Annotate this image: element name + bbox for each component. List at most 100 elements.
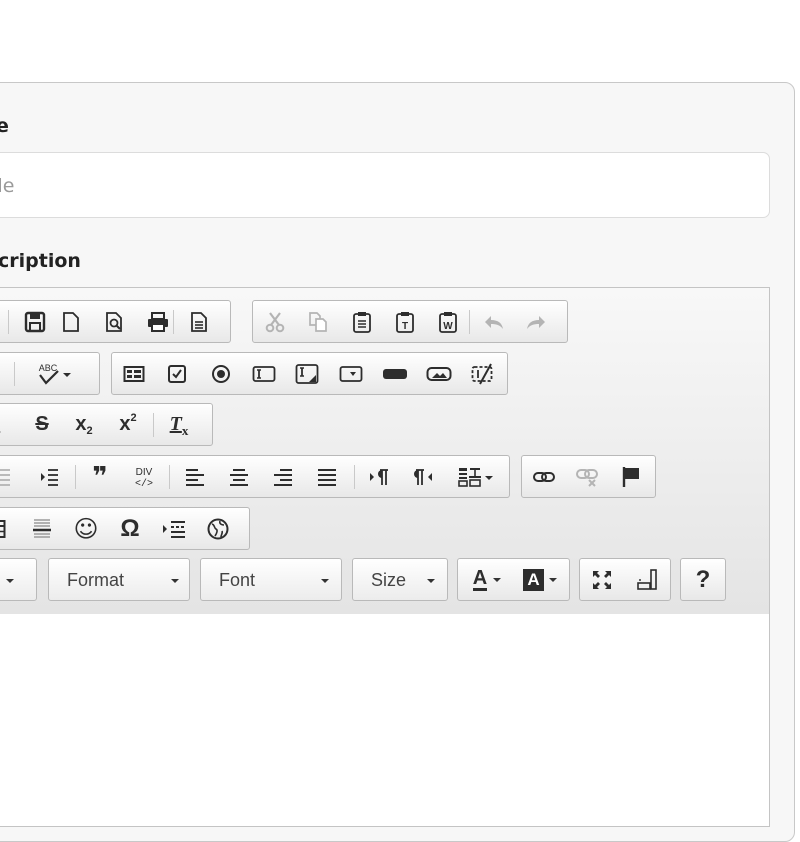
show-blocks-icon[interactable]: [628, 559, 666, 600]
superscript-x: x: [119, 413, 131, 435]
create-div-icon[interactable]: DIV </>: [125, 456, 163, 497]
redo-icon[interactable]: [517, 301, 555, 342]
select-all-icon[interactable]: [0, 353, 10, 394]
special-char-icon[interactable]: Ω: [111, 508, 149, 549]
spellcheck-text: ABC: [39, 363, 58, 373]
cut-icon[interactable]: [256, 301, 294, 342]
align-right-icon[interactable]: [264, 456, 302, 497]
editor-content-area[interactable]: [0, 614, 769, 826]
editor-toolbar: T W ABC S x 2 x 2 T x ❞ DIV </> ☺ Ω Form…: [0, 288, 769, 615]
toolbar-group-document: [0, 300, 231, 343]
title-input[interactable]: [0, 152, 770, 218]
templates-icon[interactable]: [180, 301, 218, 342]
page-break-icon[interactable]: [155, 508, 193, 549]
font-combo[interactable]: Font: [200, 558, 342, 601]
language-icon[interactable]: [448, 456, 506, 497]
text-color-button[interactable]: A: [464, 559, 510, 600]
form-icon[interactable]: [115, 353, 153, 394]
superscript-2: 2: [130, 411, 137, 424]
paste-icon[interactable]: [343, 301, 381, 342]
unlink-icon[interactable]: [568, 456, 606, 497]
size-combo-label: Size: [371, 570, 407, 590]
indent-icon[interactable]: [30, 456, 68, 497]
title-label: e: [0, 115, 9, 137]
toolbar-group-clipboard: T W: [252, 300, 568, 343]
separator: [75, 465, 76, 489]
toolbar-group-basicstyles: U S x2 x2 Tx: [0, 403, 213, 446]
separator: [469, 310, 470, 334]
hidden-field-icon[interactable]: [464, 353, 502, 394]
toolbar-group-tools-view: [579, 558, 671, 601]
separator: [169, 465, 170, 489]
subscript-icon[interactable]: x2: [65, 404, 103, 445]
text-color-icon: A: [472, 567, 488, 591]
copy-icon[interactable]: [299, 301, 337, 342]
title-placeholder: tle: [0, 175, 15, 197]
rich-text-editor: T W ABC S x 2 x 2 T x ❞ DIV </> ☺ Ω Form…: [0, 287, 770, 827]
help-icon[interactable]: ?: [684, 559, 722, 600]
remove-format-icon[interactable]: Tx: [160, 404, 198, 445]
svg-text:T: T: [402, 321, 408, 332]
paste-from-word-icon[interactable]: W: [429, 301, 467, 342]
bg-color-button[interactable]: A: [516, 559, 564, 600]
checkbox-icon[interactable]: [158, 353, 196, 394]
chevron-down-icon: [427, 579, 435, 583]
justify-icon[interactable]: [308, 456, 346, 497]
subscript-x: x: [75, 413, 87, 435]
div-text: DIV: [136, 467, 153, 478]
superscript-icon[interactable]: x2: [109, 404, 147, 445]
radio-icon[interactable]: [202, 353, 240, 394]
select-field-icon[interactable]: [332, 353, 370, 394]
button-icon[interactable]: [376, 353, 414, 394]
horizontal-rule-icon[interactable]: [23, 508, 61, 549]
format-combo[interactable]: Format: [48, 558, 190, 601]
size-combo[interactable]: Size: [352, 558, 448, 601]
table-icon[interactable]: [0, 508, 14, 549]
anchor-flag-icon[interactable]: [612, 456, 650, 497]
toolbar-group-insert: ☺ Ω: [0, 507, 250, 550]
separator: [173, 310, 174, 334]
strikethrough-icon[interactable]: S: [23, 404, 61, 445]
align-left-icon[interactable]: [176, 456, 214, 497]
remove-format-t: T: [169, 413, 182, 435]
bg-color-icon: A: [523, 568, 544, 591]
svg-text:</>: </>: [135, 478, 153, 489]
link-icon[interactable]: [525, 456, 563, 497]
subscript-2: 2: [86, 424, 93, 437]
toolbar-group-about: ?: [680, 558, 726, 601]
toolbar-group-paragraph: ❞ DIV </>: [0, 455, 510, 498]
undo-icon[interactable]: [475, 301, 513, 342]
save-icon[interactable]: [16, 301, 54, 342]
text-direction-rtl-icon[interactable]: [404, 456, 442, 497]
svg-text:W: W: [443, 321, 453, 332]
preview-icon[interactable]: [95, 301, 133, 342]
separator: [14, 362, 15, 386]
toolbar-group-tools: ABC: [0, 352, 100, 395]
print-icon[interactable]: [139, 301, 177, 342]
blockquote-icon[interactable]: ❞: [81, 456, 119, 497]
description-label: cription: [0, 250, 81, 272]
spellcheck-icon[interactable]: ABC: [26, 353, 86, 394]
maximize-icon[interactable]: [583, 559, 621, 600]
separator: [354, 465, 355, 489]
separator: [153, 413, 154, 437]
outdent-icon[interactable]: [0, 456, 20, 497]
smiley-icon[interactable]: ☺: [67, 508, 105, 549]
chevron-down-icon: [171, 579, 179, 583]
font-combo-label: Font: [219, 570, 256, 590]
iframe-globe-icon[interactable]: [199, 508, 237, 549]
toolbar-group-forms: [111, 352, 508, 395]
toolbar-group-colors: A A: [457, 558, 570, 601]
text-field-icon[interactable]: [245, 353, 283, 394]
textarea-icon[interactable]: [288, 353, 326, 394]
chevron-down-icon: [493, 577, 502, 582]
underline-icon[interactable]: U: [0, 404, 12, 445]
new-page-icon[interactable]: [52, 301, 90, 342]
chevron-down-icon: [548, 577, 557, 582]
image-button-icon[interactable]: [420, 353, 458, 394]
align-center-icon[interactable]: [220, 456, 258, 497]
format-combo-label: Format: [67, 570, 125, 590]
paste-text-icon[interactable]: T: [386, 301, 424, 342]
text-direction-ltr-icon[interactable]: [360, 456, 398, 497]
styles-combo[interactable]: [0, 558, 37, 601]
